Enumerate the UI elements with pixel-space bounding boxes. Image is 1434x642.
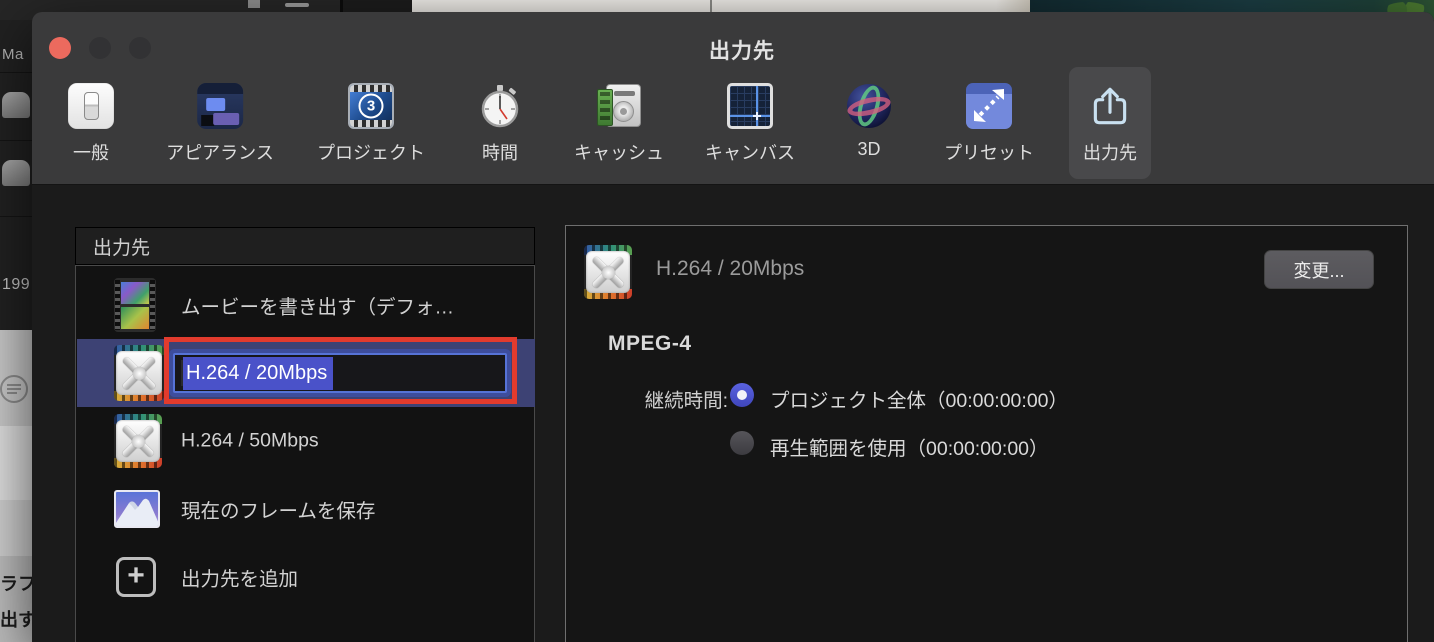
destination-title: H.264 / 20Mbps: [656, 257, 805, 280]
selected-text: H.264 / 20Mbps: [183, 356, 334, 390]
background-band: [0, 426, 32, 500]
background-thumb: [2, 160, 30, 186]
list-item-h264-50mbps[interactable]: H.264 / 50Mbps: [77, 407, 535, 475]
tab-general[interactable]: 一般: [54, 67, 128, 179]
background-text: ラフ: [0, 574, 32, 594]
close-button[interactable]: [49, 37, 71, 59]
canvas-grid-icon: [727, 83, 773, 129]
tab-cache[interactable]: キャッシュ: [560, 67, 678, 179]
tab-project[interactable]: プロジェクト: [303, 67, 439, 179]
preset-resize-icon: [966, 83, 1012, 129]
preferences-toolbar: 出力先 一般 アピアランス プロジェクト: [32, 12, 1434, 185]
justify-lines-circle-icon: [0, 375, 28, 403]
list-item-h264-20mbps[interactable]: H.264 / 20Mbps: [77, 339, 535, 407]
compressor-setting-icon: [114, 414, 162, 468]
radio-label: 再生範囲を使用（00:00:00:00）: [770, 438, 1049, 460]
general-switch-icon: [68, 83, 114, 129]
screenshot-root: Ma 199 ラフ 出す 出力先 一般 アピアランス 3 プロジェクト 時間 キ…: [0, 0, 1434, 642]
tab-preset[interactable]: プリセット: [930, 67, 1048, 179]
background-mark: [285, 3, 309, 7]
tab-label: 出力先: [1083, 143, 1137, 163]
tab-label: 時間: [482, 143, 518, 163]
tab-time[interactable]: 時間: [463, 67, 537, 179]
tab-label: プリセット: [944, 143, 1034, 163]
tab-label: 一般: [73, 143, 109, 163]
add-destination-plus-icon: [116, 557, 156, 597]
destination-share-icon: [1087, 83, 1133, 129]
list-item-add-destination[interactable]: 出力先を追加: [77, 543, 535, 611]
project-clapper-icon: [348, 83, 394, 129]
destination-list: ムービーを書き出す（デフォ… H.264 / 20Mbps H.264 / 50…: [75, 265, 535, 642]
divider: [0, 216, 32, 217]
background-text: Ma: [2, 46, 24, 63]
window-title: 出力先: [709, 40, 775, 63]
radio-label: プロジェクト全体（00:00:00:00）: [770, 390, 1069, 412]
background-band: [0, 500, 32, 556]
minimize-button[interactable]: [89, 37, 111, 59]
tab-label: 3D: [857, 139, 881, 159]
tab-3d[interactable]: 3D: [832, 67, 906, 179]
background-thumb: [2, 92, 30, 118]
tab-appearance[interactable]: アピアランス: [152, 67, 288, 179]
compressor-setting-icon: [114, 345, 164, 401]
divider: [0, 140, 32, 141]
appearance-panels-icon: [196, 83, 243, 129]
list-item-export-movie[interactable]: ムービーを書き出す（デフォ…: [77, 271, 535, 339]
divider: [0, 72, 32, 73]
background-number: 199: [2, 276, 31, 293]
background-mark: [248, 0, 260, 8]
cache-memory-disk-icon: [596, 83, 642, 129]
radio-playback-range[interactable]: [730, 431, 754, 455]
zoom-button[interactable]: [129, 37, 151, 59]
duration-label: 継続時間:: [644, 390, 728, 412]
list-item-label: 出力先を追加: [181, 568, 299, 591]
compressor-setting-icon: [584, 245, 632, 299]
three-d-sphere-icon: [845, 83, 893, 129]
list-item-label: H.264 / 50Mbps: [181, 429, 319, 452]
tab-label: キャッシュ: [574, 143, 664, 163]
list-item-label: ムービーを書き出す（デフォ…: [181, 296, 455, 319]
destination-name-input[interactable]: H.264 / 20Mbps: [173, 353, 507, 393]
movie-filmstrip-icon: [114, 278, 156, 332]
destination-detail-panel: H.264 / 20Mbps 変更... MPEG-4 継続時間: プロジェクト…: [565, 225, 1408, 642]
change-button[interactable]: 変更...: [1264, 250, 1374, 289]
tab-label: キャンバス: [705, 143, 795, 163]
time-stopwatch-icon: [477, 83, 523, 129]
radio-entire-project[interactable]: [730, 383, 754, 407]
tab-label: アピアランス: [166, 143, 274, 163]
tab-label: プロジェクト: [317, 143, 425, 163]
background-browser-column: Ma 199 ラフ 出す: [0, 20, 32, 642]
tab-destinations[interactable]: 出力先: [1069, 67, 1151, 179]
tab-canvas[interactable]: キャンバス: [691, 67, 809, 179]
destination-list-header: 出力先: [75, 227, 535, 265]
background-text: 出す: [0, 610, 32, 630]
format-heading: MPEG-4: [608, 332, 692, 355]
list-item-save-current-frame[interactable]: 現在のフレームを保存: [77, 475, 535, 543]
list-item-label: 現在のフレームを保存: [181, 500, 376, 523]
current-frame-photo-icon: [114, 490, 160, 528]
